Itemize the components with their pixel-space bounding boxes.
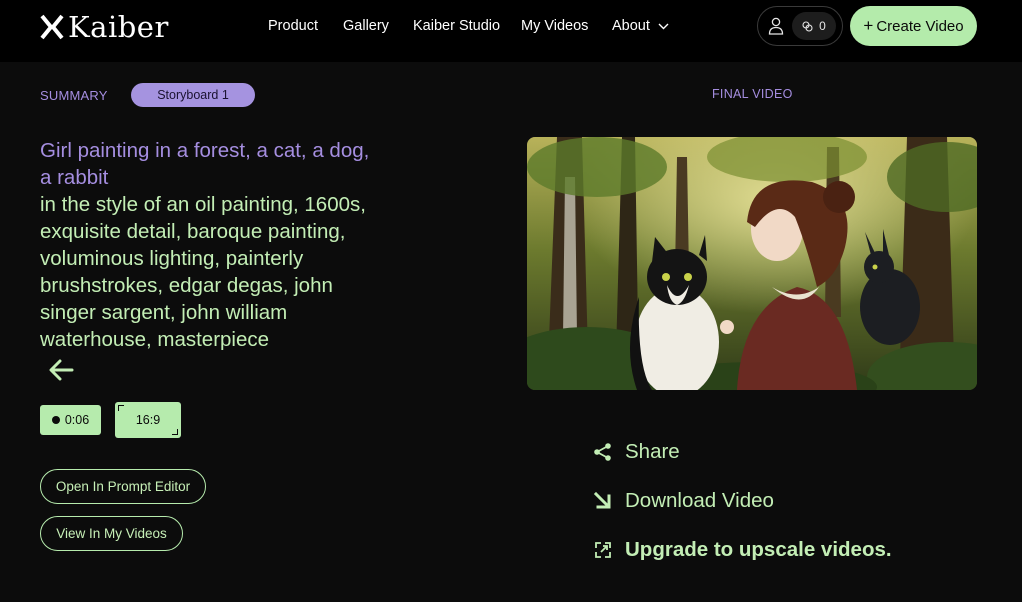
nav-link-kaiber-studio[interactable]: Kaiber Studio (413, 18, 500, 34)
aspect-ratio-value: 16:9 (135, 413, 161, 427)
share-action[interactable]: Share (593, 440, 680, 464)
view-in-my-videos-button[interactable]: View In My Videos (40, 516, 183, 551)
corner-tl-icon (118, 405, 124, 411)
duration-value: 0:06 (64, 413, 90, 427)
download-video-action[interactable]: Download Video (593, 489, 774, 513)
prompt-style: in the style of an oil painting, 1600s, … (40, 193, 366, 351)
upgrade-label: Upgrade to upscale videos. (625, 538, 892, 561)
nav-link-product[interactable]: Product (268, 18, 318, 34)
create-video-label: Create Video (876, 17, 964, 35)
user-icon (768, 17, 784, 35)
final-video-label: FINAL VIDEO (712, 87, 793, 101)
download-arrow-icon (593, 491, 611, 509)
logo-text: Kaiber (68, 10, 169, 44)
aspect-ratio-badge: 16:9 (115, 402, 181, 438)
top-nav: Kaiber Product Gallery Kaiber Studio My … (0, 0, 1022, 62)
nav-link-about: About (612, 18, 650, 34)
share-label: Share (625, 440, 680, 463)
corner-br-icon (172, 429, 178, 435)
duration-badge: 0:06 (40, 405, 101, 435)
final-video-player[interactable] (527, 137, 977, 390)
arrow-left-icon[interactable] (48, 359, 74, 381)
credits-badge[interactable]: 0 (792, 12, 836, 40)
open-prompt-editor-button[interactable]: Open In Prompt Editor (40, 469, 206, 504)
tab-storyboard-1[interactable]: Storyboard 1 (131, 83, 255, 107)
download-label: Download Video (625, 489, 774, 512)
credits-icon (802, 20, 813, 32)
record-dot-icon (51, 416, 60, 424)
share-icon (594, 443, 611, 461)
account-menu[interactable]: 0 (757, 6, 843, 46)
plus-icon: + (863, 16, 874, 35)
video-thumbnail (527, 137, 977, 390)
prompt-subject: Girl painting in a forest, a cat, a dog,… (40, 139, 370, 189)
kaiber-logo-icon (40, 14, 64, 40)
nav-link-my-videos[interactable]: My Videos (521, 18, 588, 34)
upscale-icon (595, 542, 611, 558)
prompt-text: Girl painting in a forest, a cat, a dog,… (40, 137, 370, 353)
chevron-down-icon (658, 23, 669, 29)
upgrade-upscale-action[interactable]: Upgrade to upscale videos. (593, 538, 892, 562)
create-video-button[interactable]: + Create Video (850, 6, 977, 46)
kaiber-logo[interactable]: Kaiber (40, 12, 169, 42)
nav-link-gallery[interactable]: Gallery (343, 18, 389, 34)
credits-count: 0 (819, 19, 826, 33)
nav-about-dropdown[interactable]: About (612, 18, 669, 34)
summary-label: SUMMARY (40, 88, 108, 103)
